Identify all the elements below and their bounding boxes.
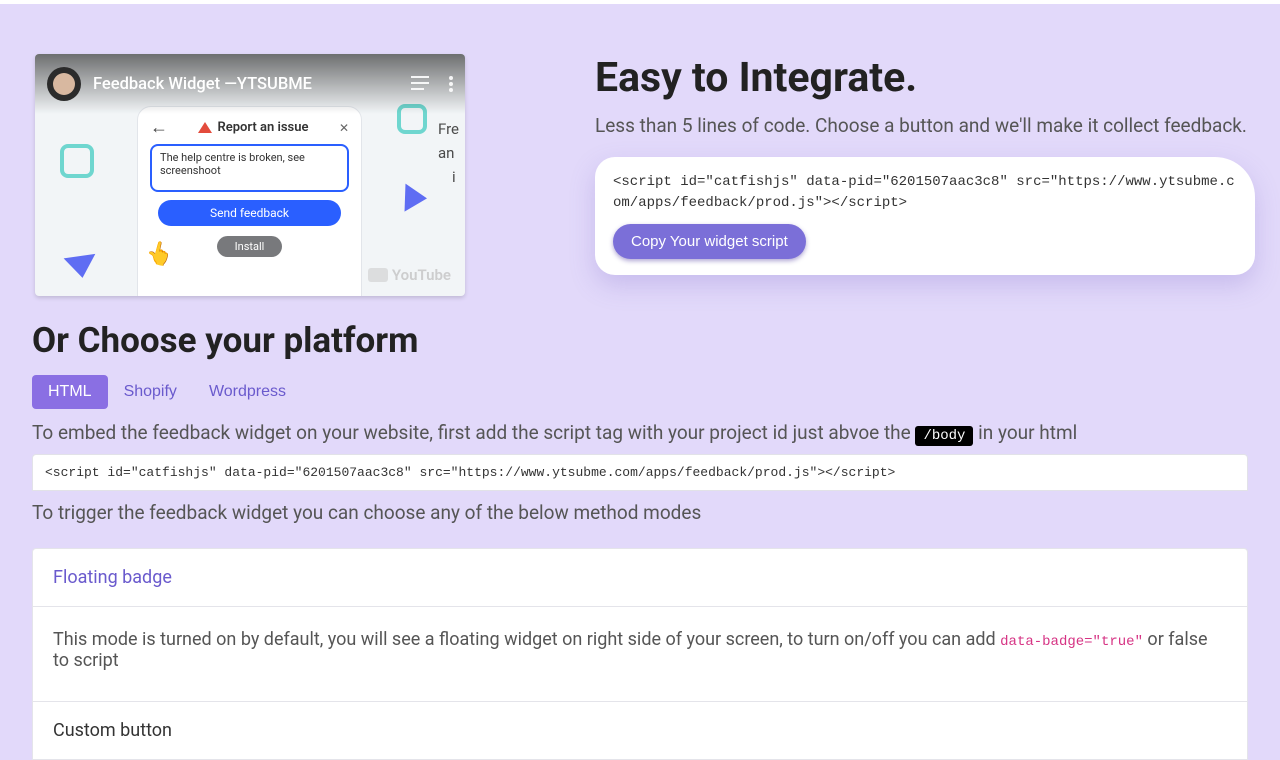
mock-install-pill: Install	[217, 236, 283, 257]
mock-dialog-title: Report an issue	[198, 120, 308, 135]
video-embed[interactable]: Fre an i ← Report an issue ✕	[35, 54, 465, 296]
youtube-icon	[368, 268, 388, 282]
tab-wordpress[interactable]: Wordpress	[193, 375, 302, 409]
mock-back-icon: ←	[150, 117, 168, 138]
tab-shopify[interactable]: Shopify	[108, 375, 193, 409]
playlist-icon[interactable]	[411, 76, 429, 90]
video-text-peek: Fre an i	[438, 117, 459, 189]
phone-mockup: ← Report an issue ✕ The help centre is b…	[137, 106, 362, 296]
kebab-menu-icon[interactable]	[449, 76, 453, 92]
platform-heading: Or Choose your platform	[32, 320, 1248, 361]
mock-send-button: Send feedback	[158, 200, 341, 226]
hero-heading: Easy to Integrate.	[595, 54, 1255, 102]
warning-icon	[198, 122, 212, 133]
body-tag-badge: /body	[915, 426, 973, 446]
channel-avatar	[47, 67, 81, 101]
hero-subtext: Less than 5 lines of code. Choose a butt…	[595, 112, 1255, 141]
copy-script-button[interactable]: Copy Your widget script	[613, 224, 806, 259]
video-title: Feedback Widget —YTSUBME	[93, 75, 399, 94]
platform-tabs: HTML Shopify Wordpress	[32, 375, 1248, 409]
youtube-watermark[interactable]: YouTube	[368, 266, 451, 284]
inline-code-badge: data-badge="true"	[1000, 634, 1143, 650]
script-code: <script id="catfishjs" data-pid="6201507…	[613, 172, 1237, 214]
embed-code-box: <script id="catfishjs" data-pid="6201507…	[32, 454, 1248, 491]
accordion-floating-badge[interactable]: Floating badge	[33, 549, 1247, 607]
tab-html[interactable]: HTML	[32, 375, 108, 409]
accordion-custom-button[interactable]: Custom button	[33, 702, 1247, 759]
cursor-hand-icon: 👆	[143, 239, 176, 270]
script-code-card: <script id="catfishjs" data-pid="6201507…	[595, 157, 1255, 275]
modes-accordion: Floating badge This mode is turned on by…	[32, 548, 1248, 760]
accordion-floating-body: This mode is turned on by default, you w…	[33, 607, 1247, 702]
mock-close-icon: ✕	[339, 121, 349, 135]
mock-input: The help centre is broken, see screensho…	[150, 144, 349, 192]
embed-instruction: To embed the feedback widget on your web…	[32, 421, 1248, 444]
trigger-instruction: To trigger the feedback widget you can c…	[32, 501, 1248, 524]
